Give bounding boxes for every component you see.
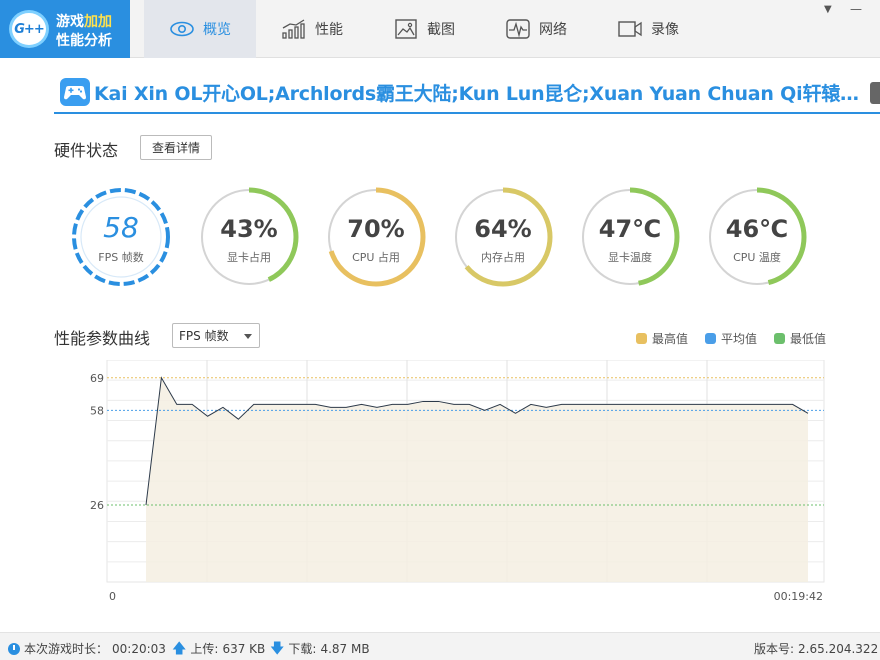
legend-avg: 平均值 — [705, 330, 757, 347]
app-name-part1: 游戏 — [56, 14, 84, 30]
y-tick-label: 58 — [90, 404, 104, 417]
tab-label: 网络 — [539, 22, 567, 38]
gamepad-icon — [60, 78, 90, 106]
app-name-line2: 性能分析 — [56, 33, 112, 49]
game-title-bar: Kai Xin OL开心OL;Archlords霸王大陆;Kun Lun昆仑;X… — [54, 76, 880, 114]
y-tick-label: 26 — [90, 499, 104, 512]
game-title: Kai Xin OL开心OL;Archlords霸王大陆;Kun Lun昆仑;X… — [94, 83, 870, 105]
gauge-fps: 58 FPS 帧数 — [71, 187, 171, 287]
gauge-value: 46℃ — [725, 215, 789, 243]
version-value: 2.65.204.322 — [798, 641, 879, 656]
eye-icon — [170, 21, 194, 37]
legend-min: 最低值 — [774, 330, 826, 347]
play-time: 本次游戏时长： 00:20:03 — [8, 640, 166, 657]
upload-value: 637 KB — [222, 641, 266, 656]
y-tick-label: 69 — [90, 372, 104, 385]
view-details-button[interactable]: 查看详情 — [140, 135, 212, 160]
video-camera-icon — [618, 21, 642, 37]
gauge-value: 47℃ — [598, 215, 662, 243]
app-name-part2: 加加 — [84, 14, 112, 30]
tab-performance[interactable]: 性能 — [256, 0, 368, 58]
upload-arrow-icon: 🡅 — [172, 640, 187, 657]
upload-label: 上传: — [190, 642, 219, 656]
upload-stat: 🡅 上传: 637 KB — [172, 640, 265, 657]
bar-chart-icon — [282, 19, 305, 39]
gauge-cpu-usage: 70% CPU 占用 — [326, 187, 426, 287]
gauge-label: CPU 温度 — [733, 251, 781, 264]
menu-dropdown-button[interactable]: ▼ — [824, 4, 832, 15]
gauge-value: 58 — [103, 211, 139, 244]
gauge-value: 64% — [474, 215, 532, 243]
main-tabs: 概览 性能 截图 网络 录像 — [144, 0, 704, 58]
legend-swatch-avg — [705, 333, 716, 344]
x-tick-label-start: 0 — [109, 590, 116, 603]
top-bar: G++ 游戏加加 性能分析 概览 性能 截图 网络 录像 ▼ — — [0, 0, 880, 58]
gauge-label: 显卡温度 — [608, 251, 652, 264]
logo-mark: G++ — [14, 21, 44, 37]
fps-line-chart: 69 58 26 0 00:19:42 — [90, 360, 825, 603]
gauge-label: FPS 帧数 — [98, 251, 144, 264]
download-stat: 🡇 下载: 4.87 MB — [270, 640, 370, 657]
tab-label: 截图 — [427, 22, 455, 38]
legend-swatch-max — [636, 333, 647, 344]
gauge-value: 70% — [347, 215, 405, 243]
gauge-memory-usage: 64% 内存占用 — [453, 187, 553, 287]
legend-label: 最低值 — [790, 332, 827, 346]
gauge-label: 内存占用 — [481, 251, 525, 264]
app-logo: G++ 游戏加加 性能分析 — [0, 0, 130, 58]
status-bar: 本次游戏时长： 00:20:03 🡅 上传: 637 KB 🡇 下载: 4.87 … — [0, 632, 880, 660]
tab-network[interactable]: 网络 — [480, 0, 592, 58]
minimize-button[interactable]: — — [850, 2, 862, 16]
gauge-label: 显卡占用 — [227, 251, 271, 264]
logo-badge-icon: G++ — [9, 10, 49, 48]
legend-max: 最高值 — [636, 330, 688, 347]
legend-swatch-min — [774, 333, 785, 344]
pulse-icon — [506, 19, 530, 39]
metric-select-value: FPS 帧数 — [179, 329, 229, 343]
version-label: 版本号: — [754, 642, 795, 656]
x-tick-label-end: 00:19:42 — [774, 590, 823, 603]
tab-label: 录像 — [651, 22, 679, 38]
tab-recording[interactable]: 录像 — [592, 0, 704, 58]
camera-button[interactable] — [870, 82, 880, 104]
app-name-line1: 游戏加加 — [56, 11, 112, 31]
tab-overview[interactable]: 概览 — [144, 0, 256, 58]
play-time-value: 00:20:03 — [112, 641, 166, 656]
version-info: 版本号: 2.65.204.322 — [754, 640, 878, 657]
chevron-down-icon — [244, 334, 252, 339]
curve-section-title: 性能参数曲线 — [54, 329, 151, 348]
download-arrow-icon: 🡇 — [270, 640, 285, 657]
download-value: 4.87 MB — [320, 641, 370, 656]
gauge-label: CPU 占用 — [352, 251, 400, 264]
play-time-label: 本次游戏时长： — [24, 642, 109, 656]
metric-select[interactable]: FPS 帧数 — [172, 323, 260, 348]
tab-label: 概览 — [203, 22, 231, 38]
gauge-gpu-temperature: 47℃ 显卡温度 — [580, 187, 680, 287]
image-icon — [395, 19, 417, 39]
legend-label: 最高值 — [652, 332, 689, 346]
gauge-cpu-temperature: 46℃ CPU 温度 — [707, 187, 807, 287]
hardware-section-title: 硬件状态 — [54, 141, 119, 160]
clock-icon — [8, 642, 20, 655]
tab-label: 性能 — [315, 22, 343, 38]
gauge-value: 43% — [220, 215, 278, 243]
gauge-gpu-usage: 43% 显卡占用 — [199, 187, 299, 287]
tab-screenshot[interactable]: 截图 — [368, 0, 480, 58]
download-label: 下载: — [288, 642, 317, 656]
legend-label: 平均值 — [721, 332, 758, 346]
